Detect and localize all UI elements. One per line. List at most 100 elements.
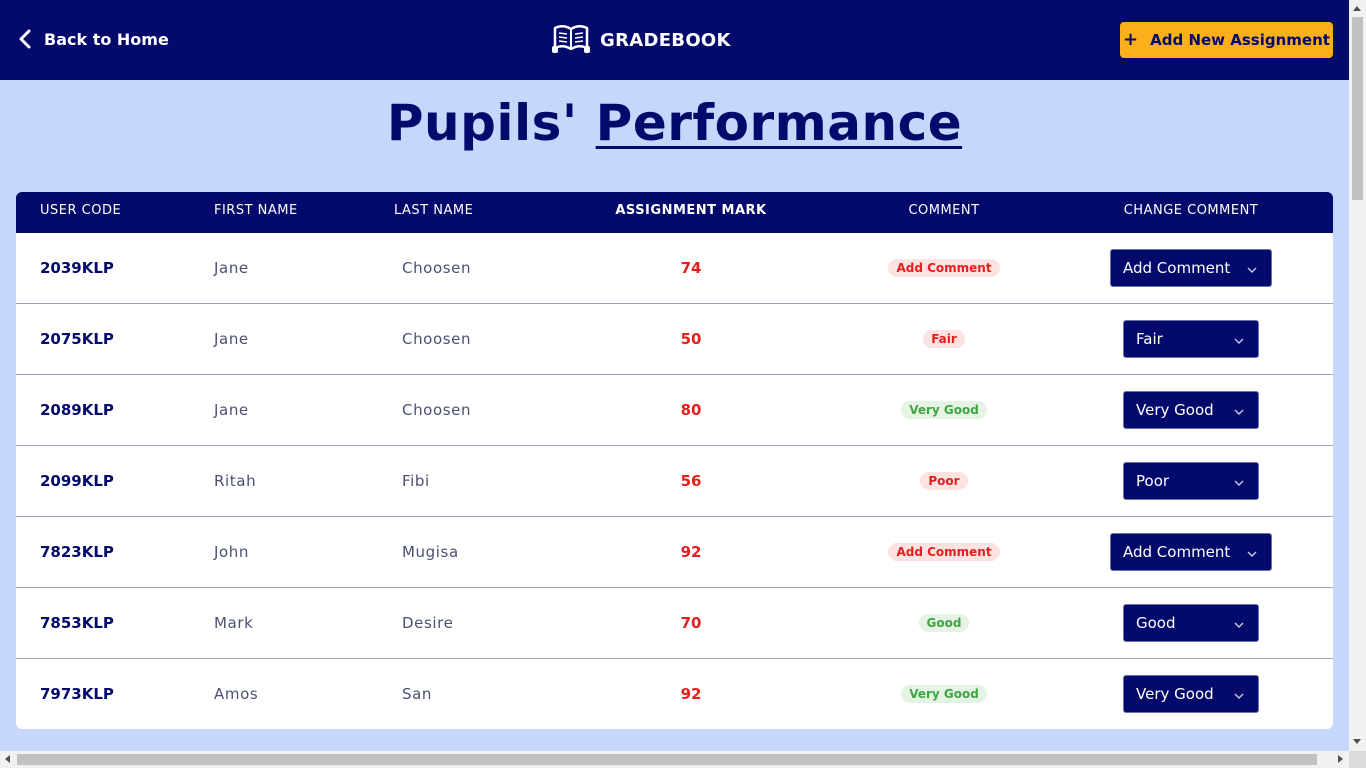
change-comment-value: Add Comment [1123, 543, 1231, 561]
user-code: 7973KLP [40, 685, 114, 703]
chevron-down-icon [1247, 543, 1257, 561]
brand: GRADEBOOK [551, 22, 731, 58]
user-code: 2075KLP [40, 330, 114, 348]
last-name: Choosen [402, 330, 472, 348]
change-comment-select[interactable]: Poor [1123, 462, 1259, 500]
chevron-left-icon [18, 26, 34, 52]
change-comment-cell: Add Comment [1076, 517, 1306, 587]
horizontal-scroll-thumb[interactable] [17, 754, 1317, 765]
last-name: Desire [402, 614, 454, 632]
last-name: Fibi [402, 472, 430, 490]
change-comment-select[interactable]: Very Good [1123, 675, 1259, 713]
change-comment-select[interactable]: Good [1123, 604, 1259, 642]
assignment-mark: 74 [680, 259, 702, 277]
first-name: Amos [214, 685, 259, 703]
scrollbar-corner [1349, 751, 1366, 768]
first-name: Jane [214, 401, 249, 419]
vertical-scroll-thumb[interactable] [1352, 17, 1363, 200]
table-row: 2039KLP Jane Choosen 74 Add Comment Add Comme… [16, 233, 1333, 304]
assignment-mark: 92 [680, 543, 702, 561]
change-comment-value: Poor [1136, 472, 1170, 490]
comment-cell: Add Comment [859, 233, 1029, 303]
change-comment-value: Good [1136, 614, 1176, 632]
comment-cell: Very Good [859, 375, 1029, 445]
table-row: 2089KLP Jane Choosen 80 Very Good Very Good [16, 375, 1333, 446]
scroll-down-arrow-icon[interactable] [1353, 739, 1361, 744]
top-navigation-bar: Back to Home GRADEBOOK + Add New Assignm… [0, 0, 1349, 80]
add-new-assignment-button[interactable]: + Add New Assignment [1120, 22, 1333, 58]
last-name: Mugisa [402, 543, 459, 561]
page-title: Pupils' Performance [0, 94, 1349, 152]
assignment-mark: 56 [680, 472, 702, 490]
page-title-part2: Performance [595, 94, 963, 152]
change-comment-cell: Fair [1076, 304, 1306, 374]
chevron-down-icon [1234, 472, 1244, 490]
comment-cell: Very Good [859, 659, 1029, 729]
first-name: John [214, 543, 250, 561]
column-header-first-name: FIRST NAME [214, 203, 298, 218]
user-code: 2039KLP [40, 259, 114, 277]
last-name: San [402, 685, 433, 703]
performance-table: USER CODE FIRST NAME LAST NAME ASSIGNMEN… [16, 192, 1333, 729]
comment-badge: Good [918, 614, 970, 632]
table-row: 7973KLP Amos San 92 Very Good Very Good [16, 659, 1333, 729]
column-header-assignment-mark: ASSIGNMENT MARK (%) [615, 203, 767, 255]
plus-icon: + [1123, 29, 1139, 50]
table-row: 7823KLP John Mugisa 92 Add Comment Add Commen… [16, 517, 1333, 588]
table-row: 2075KLP Jane Choosen 50 Fair Fair [16, 304, 1333, 375]
assignment-mark: 92 [680, 685, 702, 703]
brand-name: GRADEBOOK [600, 29, 731, 51]
add-new-assignment-label: Add New Assignment [1150, 31, 1330, 49]
first-name: Ritah [214, 472, 257, 490]
change-comment-value: Fair [1136, 330, 1163, 348]
change-comment-select[interactable]: Add Comment [1110, 249, 1272, 287]
comment-badge: Very Good [901, 685, 987, 703]
user-code: 2089KLP [40, 401, 114, 419]
comment-badge: Very Good [901, 401, 987, 419]
chevron-down-icon [1234, 614, 1244, 632]
chevron-down-icon [1234, 401, 1244, 419]
user-code: 7823KLP [40, 543, 114, 561]
table-header: USER CODE FIRST NAME LAST NAME ASSIGNMEN… [16, 192, 1333, 255]
change-comment-cell: Add Comment [1076, 233, 1306, 303]
back-to-home-link[interactable]: Back to Home [18, 26, 169, 52]
table-row: 2099KLP Ritah Fibi 56 Poor Poor [16, 446, 1333, 517]
chevron-down-icon [1247, 259, 1257, 277]
change-comment-cell: Very Good [1076, 375, 1306, 445]
back-to-home-label: Back to Home [44, 29, 169, 49]
last-name: Choosen [402, 401, 472, 419]
user-code: 2099KLP [40, 472, 114, 490]
column-header-user-code: USER CODE [40, 203, 122, 218]
comment-cell: Poor [859, 446, 1029, 516]
last-name: Choosen [402, 259, 472, 277]
page-title-part1: Pupils' [386, 94, 578, 152]
change-comment-cell: Poor [1076, 446, 1306, 516]
first-name: Mark [214, 614, 254, 632]
change-comment-value: Add Comment [1123, 259, 1231, 277]
horizontal-scrollbar[interactable] [0, 751, 1349, 768]
assignment-mark: 80 [680, 401, 702, 419]
column-header-last-name: LAST NAME [394, 203, 474, 218]
change-comment-select[interactable]: Fair [1123, 320, 1259, 358]
scroll-right-arrow-icon[interactable] [1338, 755, 1343, 763]
change-comment-select[interactable]: Very Good [1123, 391, 1259, 429]
comment-cell: Add Comment [859, 517, 1029, 587]
first-name: Jane [214, 330, 249, 348]
change-comment-cell: Very Good [1076, 659, 1306, 729]
change-comment-select[interactable]: Add Comment [1110, 533, 1272, 571]
open-book-icon [551, 22, 591, 59]
user-code: 7853KLP [40, 614, 114, 632]
scroll-left-arrow-icon[interactable] [5, 755, 10, 763]
chevron-down-icon [1234, 330, 1244, 348]
table-row: 7853KLP Mark Desire 70 Good Good [16, 588, 1333, 659]
comment-badge: Add Comment [888, 259, 1000, 277]
vertical-scrollbar[interactable] [1349, 0, 1366, 768]
scroll-up-arrow-icon[interactable] [1353, 6, 1361, 11]
chevron-down-icon [1234, 685, 1244, 703]
comment-badge: Fair [923, 330, 965, 348]
comment-badge: Poor [920, 472, 968, 490]
column-header-change-comment: CHANGE COMMENT [1123, 203, 1259, 218]
change-comment-value: Very Good [1136, 401, 1214, 419]
comment-cell: Fair [859, 304, 1029, 374]
change-comment-cell: Good [1076, 588, 1306, 658]
